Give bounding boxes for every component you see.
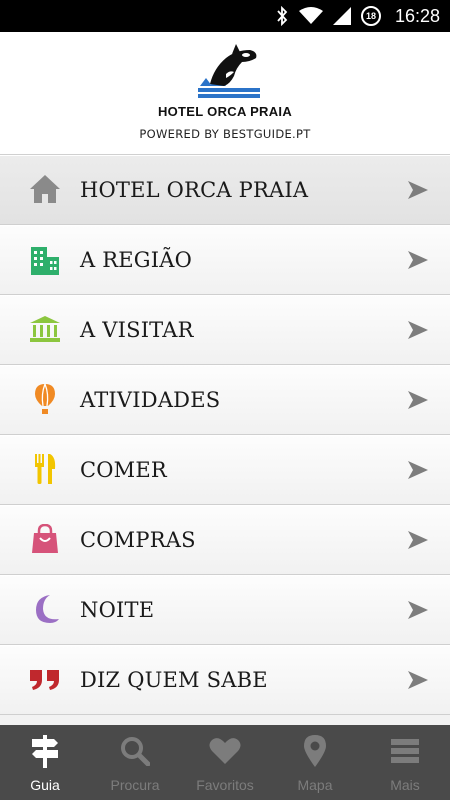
bluetooth-icon xyxy=(277,6,288,26)
moon-icon xyxy=(28,592,62,626)
menu-item-label: COMPRAS xyxy=(80,528,196,552)
tab-guia[interactable]: Guia xyxy=(0,725,90,800)
menu-item-hotel[interactable]: HOTEL ORCA PRAIA xyxy=(0,155,450,225)
logo-title: HOTEL ORCA PRAIA xyxy=(157,104,293,119)
tab-mapa[interactable]: Mapa xyxy=(270,725,360,800)
chevron-right-icon xyxy=(408,461,428,479)
orca-logo xyxy=(198,44,260,98)
logo-subtitle: POWERED BY BESTGUIDE.PT xyxy=(139,127,311,141)
menu-item-comer[interactable]: COMER xyxy=(0,435,450,505)
tab-procura[interactable]: Procura xyxy=(90,725,180,800)
alarm-badge-icon: 18 xyxy=(360,6,381,26)
signpost-icon xyxy=(28,734,62,768)
chevron-right-icon xyxy=(408,251,428,269)
heart-icon xyxy=(208,734,242,768)
menu-item-label: COMER xyxy=(80,458,167,482)
guide-menu: HOTEL ORCA PRAIA A REGIÃO A VISITAR ATIV… xyxy=(0,155,450,725)
tab-label: Favoritos xyxy=(196,777,254,793)
menu-item-compras[interactable]: COMPRAS xyxy=(0,505,450,575)
chevron-right-icon xyxy=(408,531,428,549)
fork-knife-icon xyxy=(28,452,62,486)
tab-label: Mais xyxy=(390,777,420,793)
chevron-right-icon xyxy=(408,391,428,409)
chevron-right-icon xyxy=(408,671,428,689)
buildings-icon xyxy=(28,242,62,276)
bottom-navigation: Guia Procura Favoritos Mapa Mais xyxy=(0,725,450,800)
tab-label: Mapa xyxy=(297,777,333,793)
menu-item-label: A VISITAR xyxy=(80,318,194,342)
map-pin-icon xyxy=(298,734,332,768)
menu-item-noite[interactable]: NOITE xyxy=(0,575,450,645)
app-header: HOTEL ORCA PRAIA POWERED BY BESTGUIDE.PT xyxy=(0,32,450,155)
status-icons: 18 16:28 xyxy=(275,0,440,32)
quote-icon xyxy=(28,662,62,696)
home-icon xyxy=(28,172,62,206)
menu-item-label: DIZ QUEM SABE xyxy=(80,668,268,692)
tab-mais[interactable]: Mais xyxy=(360,725,450,800)
monument-icon xyxy=(28,312,62,346)
menu-item-label: ATIVIDADES xyxy=(80,388,221,412)
menu-item-label: HOTEL ORCA PRAIA xyxy=(80,178,309,202)
hot-air-balloon-icon xyxy=(28,382,62,416)
chevron-right-icon xyxy=(408,181,428,199)
tab-favoritos[interactable]: Favoritos xyxy=(180,725,270,800)
menu-item-regiao[interactable]: A REGIÃO xyxy=(0,225,450,295)
menu-item-visitar[interactable]: A VISITAR xyxy=(0,295,450,365)
clock: 16:28 xyxy=(394,5,440,26)
menu-icon xyxy=(388,734,422,768)
tab-label: Procura xyxy=(110,777,160,793)
shopping-bag-icon xyxy=(28,522,62,556)
menu-item-diz-quem-sabe[interactable]: DIZ QUEM SABE xyxy=(0,645,450,715)
chevron-right-icon xyxy=(408,321,428,339)
menu-item-atividades[interactable]: ATIVIDADES xyxy=(0,365,450,435)
status-bar: 18 16:28 xyxy=(0,0,450,32)
signal-icon xyxy=(332,7,351,25)
chevron-right-icon xyxy=(408,601,428,619)
search-icon xyxy=(118,734,152,768)
menu-item-label: A REGIÃO xyxy=(80,248,193,272)
tab-label: Guia xyxy=(30,777,60,793)
wifi-icon xyxy=(298,7,323,24)
menu-item-label: NOITE xyxy=(80,598,155,622)
